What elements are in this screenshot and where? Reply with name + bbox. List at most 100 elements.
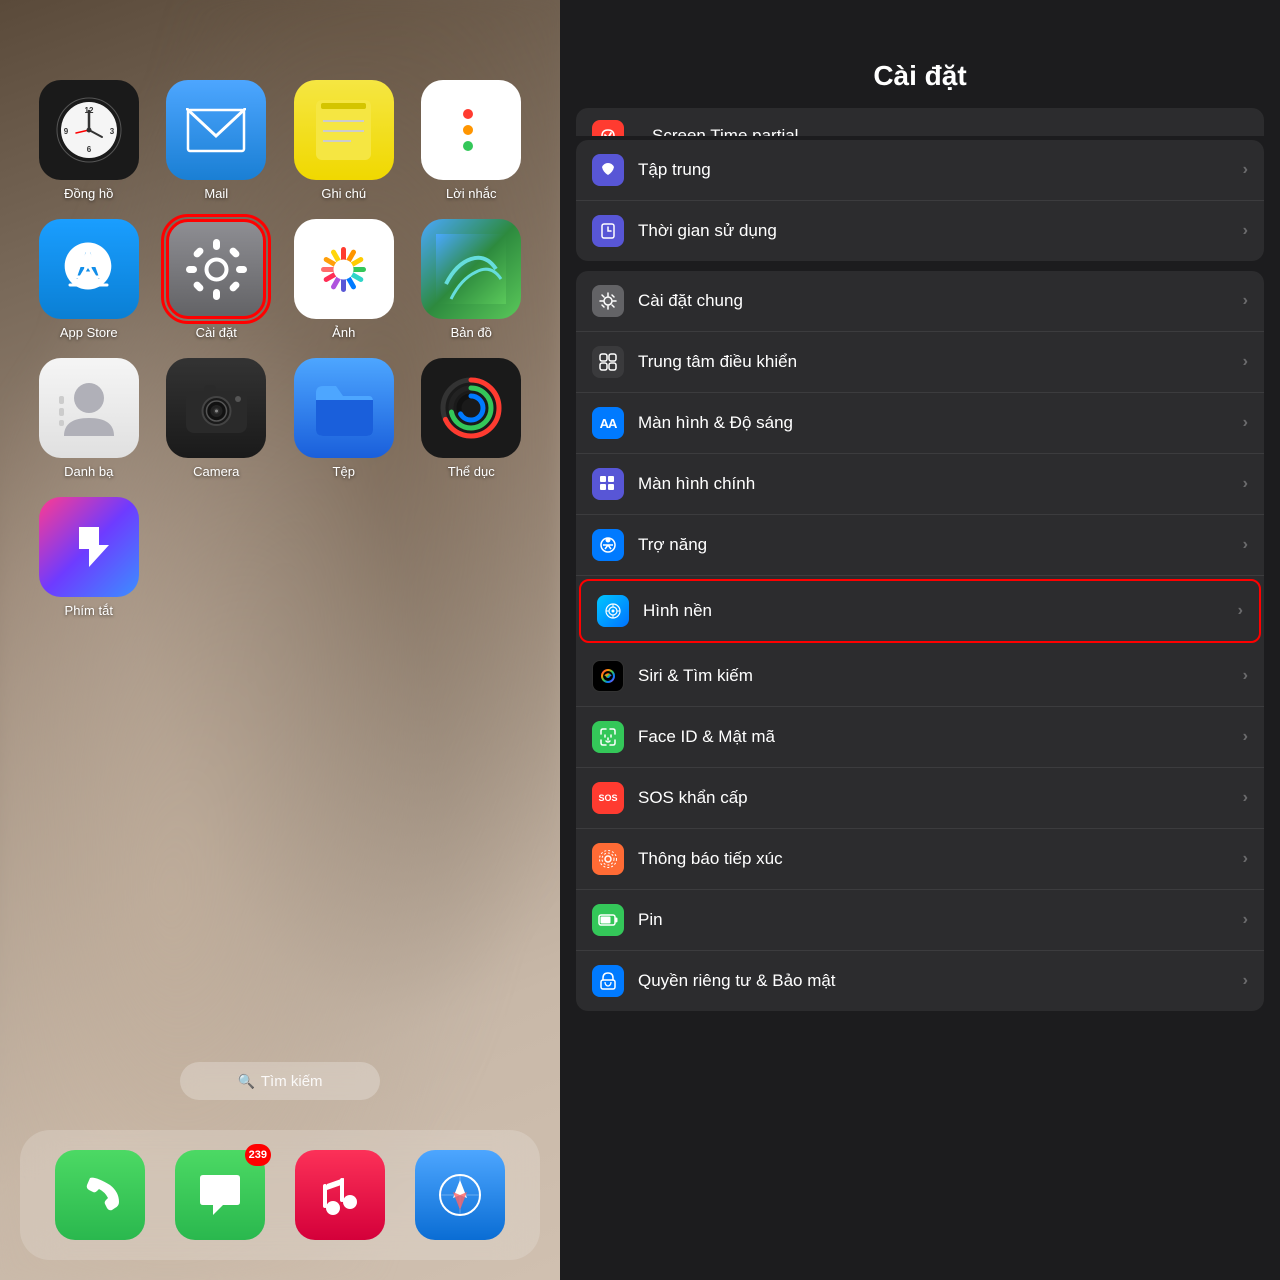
photos-label: Ảnh	[332, 325, 355, 340]
app-contacts[interactable]: Danh bạ	[30, 358, 148, 479]
focus-group: Tập trung › Thời gian sử dụng ›	[576, 140, 1264, 261]
wallpaper-row[interactable]: Hình nền ›	[579, 579, 1261, 643]
dock-music[interactable]	[295, 1150, 385, 1240]
svg-text:🅐: 🅐	[63, 240, 113, 296]
privacy-row[interactable]: Quyền riêng tư & Bảo mật ›	[576, 951, 1264, 1011]
home-screen-row[interactable]: Màn hình chính ›	[576, 454, 1264, 515]
general-chevron: ›	[1243, 292, 1248, 310]
iphone-home-screen: 12 6 9 3 Đồng hồ Mail	[0, 0, 560, 1280]
fitness-label: Thể dục	[448, 464, 495, 479]
general-row[interactable]: Cài đặt chung ›	[576, 271, 1264, 332]
display-chevron: ›	[1243, 414, 1248, 432]
app-maps[interactable]: Bản đồ	[413, 219, 531, 340]
app-photos[interactable]: Ảnh	[285, 219, 403, 340]
exposure-icon	[592, 843, 624, 875]
faceid-label: Face ID & Mật mã	[638, 727, 1243, 747]
privacy-label: Quyền riêng tư & Bảo mật	[638, 971, 1243, 991]
search-bar[interactable]: 🔍 Tìm kiếm	[180, 1062, 380, 1100]
display-row[interactable]: AA Màn hình & Độ sáng ›	[576, 393, 1264, 454]
maps-label: Bản đồ	[451, 325, 492, 340]
dock-phone[interactable]	[55, 1150, 145, 1240]
control-center-label: Trung tâm điều khiển	[638, 352, 1243, 372]
wallpaper-chevron: ›	[1238, 602, 1243, 620]
battery-chevron: ›	[1243, 911, 1248, 929]
files-label: Tệp	[333, 464, 355, 479]
control-center-row[interactable]: Trung tâm điều khiển ›	[576, 332, 1264, 393]
settings-title: Cài đặt	[580, 60, 1260, 92]
sos-label: SOS khẩn cấp	[638, 788, 1243, 808]
app-reminders[interactable]: Lời nhắc	[413, 80, 531, 201]
messages-badge: 239	[245, 1144, 271, 1166]
settings-label: Cài đặt	[196, 325, 237, 340]
home-screen-icon	[592, 468, 624, 500]
screen-time-label: Thời gian sử dụng	[638, 221, 1243, 241]
exposure-label: Thông báo tiếp xúc	[638, 849, 1243, 869]
app-camera[interactable]: Camera	[158, 358, 276, 479]
settings-header: Cài đặt	[560, 0, 1280, 108]
shortcuts-label: Phím tắt	[65, 603, 113, 618]
app-shortcuts[interactable]: Phím tắt	[30, 497, 148, 618]
dock-messages[interactable]: 239	[175, 1150, 265, 1240]
accessibility-row[interactable]: Trợ năng ›	[576, 515, 1264, 576]
app-grid: 12 6 9 3 Đồng hồ Mail	[0, 60, 560, 638]
app-appstore[interactable]: 🅐 App Store	[30, 219, 148, 340]
siri-icon	[592, 660, 624, 692]
controls-group: Cài đặt chung › Trung tâm điều khiển ›	[576, 271, 1264, 1011]
app-clock[interactable]: 12 6 9 3 Đồng hồ	[30, 80, 148, 201]
camera-label: Camera	[193, 464, 239, 479]
faceid-chevron: ›	[1243, 728, 1248, 746]
accessibility-label: Trợ năng	[638, 535, 1243, 555]
reminders-label: Lời nhắc	[446, 186, 496, 201]
siri-chevron: ›	[1243, 667, 1248, 685]
settings-list: Screen Time partial Tập trung ›	[560, 108, 1280, 1280]
home-screen-label: Màn hình chính	[638, 474, 1243, 494]
svg-text:6: 6	[87, 145, 92, 154]
screen-time-icon	[592, 215, 624, 247]
search-icon: 🔍	[237, 1073, 254, 1090]
display-icon: AA	[592, 407, 624, 439]
app-mail[interactable]: Mail	[158, 80, 276, 201]
app-notes[interactable]: Ghi chú	[285, 80, 403, 201]
partial-row: Screen Time partial	[576, 108, 1264, 136]
accessibility-icon	[592, 529, 624, 561]
faceid-icon	[592, 721, 624, 753]
exposure-row[interactable]: Thông báo tiếp xúc ›	[576, 829, 1264, 890]
clock-label: Đồng hồ	[64, 186, 113, 201]
wallpaper-label: Hình nền	[643, 601, 1238, 621]
accessibility-chevron: ›	[1243, 536, 1248, 554]
privacy-chevron: ›	[1243, 972, 1248, 990]
app-fitness[interactable]: Thể dục	[413, 358, 531, 479]
contacts-label: Danh bạ	[64, 464, 113, 479]
screen-time-chevron: ›	[1243, 222, 1248, 240]
sos-row[interactable]: SOS SOS khẩn cấp ›	[576, 768, 1264, 829]
display-label: Màn hình & Độ sáng	[638, 413, 1243, 433]
wallpaper-icon	[597, 595, 629, 627]
app-files[interactable]: Tệp	[285, 358, 403, 479]
siri-row[interactable]: Siri & Tìm kiếm ›	[576, 646, 1264, 707]
sos-icon: SOS	[592, 782, 624, 814]
focus-chevron: ›	[1243, 161, 1248, 179]
privacy-icon	[592, 965, 624, 997]
faceid-row[interactable]: Face ID & Mật mã ›	[576, 707, 1264, 768]
focus-row[interactable]: Tập trung ›	[576, 140, 1264, 201]
dock: 239	[20, 1130, 540, 1260]
svg-text:9: 9	[64, 127, 69, 136]
screen-time-row[interactable]: Thời gian sử dụng ›	[576, 201, 1264, 261]
mail-label: Mail	[204, 186, 228, 201]
sos-chevron: ›	[1243, 789, 1248, 807]
control-center-chevron: ›	[1243, 353, 1248, 371]
battery-row[interactable]: Pin ›	[576, 890, 1264, 951]
exposure-chevron: ›	[1243, 850, 1248, 868]
battery-icon	[592, 904, 624, 936]
home-screen-chevron: ›	[1243, 475, 1248, 493]
focus-icon	[592, 154, 624, 186]
general-icon	[592, 285, 624, 317]
general-label: Cài đặt chung	[638, 291, 1243, 311]
siri-label: Siri & Tìm kiếm	[638, 666, 1243, 686]
focus-label: Tập trung	[638, 160, 1243, 180]
svg-text:3: 3	[110, 127, 115, 136]
app-settings[interactable]: Cài đặt	[158, 219, 276, 340]
dock-safari[interactable]	[415, 1150, 505, 1240]
control-center-icon	[592, 346, 624, 378]
appstore-label: App Store	[60, 325, 118, 340]
